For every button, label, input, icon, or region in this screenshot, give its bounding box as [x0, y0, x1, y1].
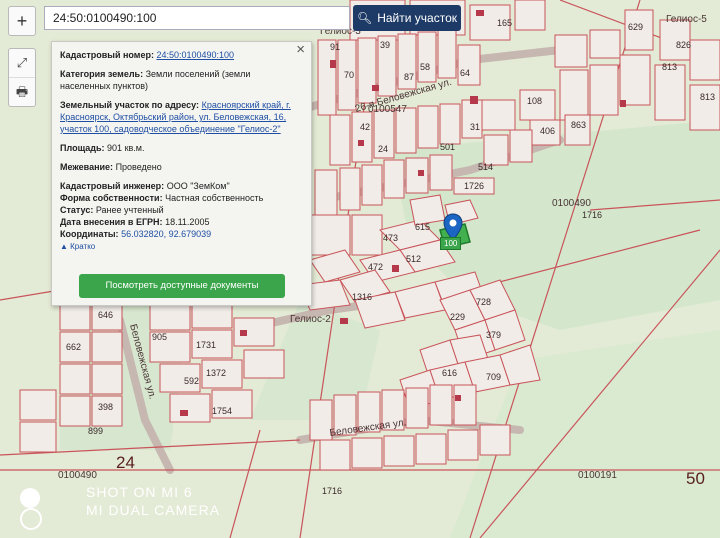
quarter-label: 0100191 — [578, 470, 617, 481]
parcel-number: 87 — [404, 72, 414, 82]
map-tools: ⤢ 🖶 — [8, 48, 36, 107]
parcel-number: 1716 — [582, 210, 602, 220]
quarter-label: 0100490 — [58, 470, 97, 481]
parcel-number: 512 — [406, 254, 421, 264]
ownership-label: Форма собственности: — [60, 193, 163, 203]
parcel-number: 398 — [98, 402, 113, 412]
parcel-number: 826 — [676, 40, 691, 50]
map-screen: 165 629 826 813 91 70 39 58 87 64 108 86… — [0, 0, 720, 538]
parcel-number: 91 — [330, 42, 340, 52]
parcel-number: 406 — [540, 126, 555, 136]
parcel-number: 646 — [98, 310, 113, 320]
address-label: Земельный участок по адресу: — [60, 100, 200, 110]
parcel-number: 379 — [486, 330, 501, 340]
parcel-number: 165 — [497, 18, 512, 28]
parcel-number: 473 — [383, 233, 398, 243]
search-icon: 🔍︎ — [356, 11, 373, 25]
engineer-label: Кадастровый инженер: — [60, 181, 165, 191]
status-value: Ранее учтенный — [95, 205, 164, 215]
close-icon[interactable]: × — [296, 42, 305, 57]
camera-logo — [20, 488, 45, 530]
parcel-number: 1726 — [464, 181, 484, 191]
district-label: Гелиос-5 — [666, 14, 707, 25]
parcel-number: 31 — [470, 122, 480, 132]
area-value: 901 кв.м. — [107, 143, 145, 153]
resize-icon[interactable]: ⤢ — [9, 49, 35, 78]
watermark-line2: MI DUAL CAMERA — [86, 502, 221, 518]
date-value: 18.11.2005 — [165, 217, 210, 227]
parcel-number: 108 — [527, 96, 542, 106]
cad-label: Кадастровый номер: — [60, 50, 154, 60]
view-documents-button[interactable]: Посмотреть доступные документы — [79, 274, 285, 298]
parcel-number: 813 — [700, 92, 715, 102]
area-label: Площадь: — [60, 143, 105, 153]
parcel-number: 615 — [415, 222, 430, 232]
district-number: 24 — [116, 453, 135, 472]
parcel-number: 1731 — [196, 340, 216, 350]
parcel-number: 616 — [442, 368, 457, 378]
find-parcel-label: Найти участок — [377, 11, 458, 25]
watermark-line1: SHOT ON MI 6 — [86, 484, 193, 500]
ownership-value: Частная собственность — [165, 193, 264, 203]
parcel-info-card: × Кадастровый номер: 24:50:0100490:100 К… — [51, 41, 312, 306]
parcel-number: 501 — [440, 142, 455, 152]
parcel-number: 514 — [478, 162, 493, 172]
parcel-number: 1316 — [352, 292, 372, 302]
parcel-number: 662 — [66, 342, 81, 352]
district-number: 50 — [686, 469, 705, 488]
parcel-number: 592 — [184, 376, 199, 386]
parcel-number: 229 — [450, 312, 465, 322]
parcel-number: 58 — [420, 62, 430, 72]
coords-label: Координаты: — [60, 229, 119, 239]
parcel-number: 70 — [344, 70, 354, 80]
status-label: Статус: — [60, 205, 94, 215]
parcel-number: 39 — [380, 40, 390, 50]
zoom-in-button[interactable]: + — [9, 7, 35, 35]
parcel-number: 728 — [476, 297, 491, 307]
coords-value: 56.032820, 92.679039 — [121, 229, 212, 239]
selected-parcel-tag: 100 — [440, 237, 462, 250]
parcel-number: 1754 — [212, 406, 232, 416]
quarter-label: 0100490 — [552, 198, 591, 209]
category-label: Категория земель: — [60, 69, 144, 79]
engineer-value: ООО "ЗемКом" — [166, 181, 230, 191]
collapse-link[interactable]: ▲ Кратко — [60, 241, 303, 253]
date-label: Дата внесения в ЕГРН: — [60, 217, 163, 227]
parcel-number: 1372 — [206, 368, 226, 378]
parcel-number: 629 — [628, 22, 643, 32]
cadastral-search-input[interactable] — [44, 6, 350, 30]
parcel-number: 899 — [88, 426, 103, 436]
parcel-number: 863 — [571, 120, 586, 130]
survey-value: Проведено — [115, 162, 162, 172]
cad-number-link[interactable]: 24:50:0100490:100 — [156, 50, 234, 60]
survey-label: Межевание: — [60, 162, 114, 172]
parcel-number: 709 — [486, 372, 501, 382]
parcel-number: 42 — [360, 122, 370, 132]
parcel-number: 472 — [368, 262, 383, 272]
parcel-number: 905 — [152, 332, 167, 342]
district-label: Гелиос-2 — [290, 314, 331, 325]
find-parcel-button[interactable]: 🔍︎ Найти участок — [353, 5, 461, 31]
parcel-number: 1716 — [322, 486, 342, 496]
printer-icon[interactable]: 🖶 — [9, 78, 35, 106]
parcel-number: 24 — [378, 144, 388, 154]
parcel-number: 64 — [460, 68, 470, 78]
parcel-number: 813 — [662, 62, 677, 72]
zoom-control: + — [8, 6, 36, 36]
quarter-label: 0100547 — [368, 104, 407, 115]
